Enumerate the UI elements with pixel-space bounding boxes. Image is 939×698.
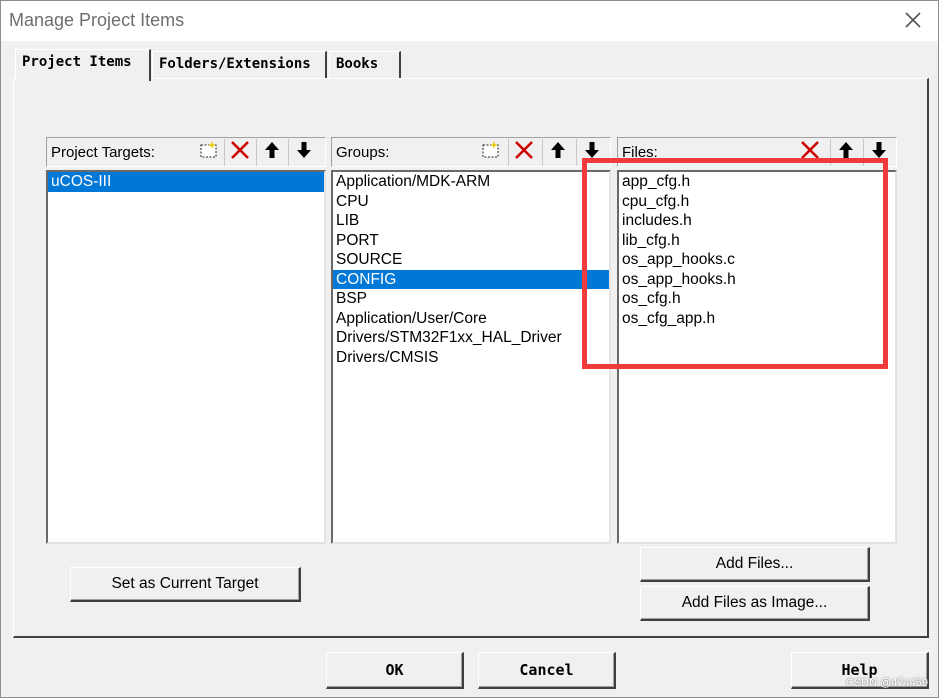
set-current-target-button[interactable]: Set as Current Target [70,567,301,602]
button-label: Add Files... [715,555,794,572]
list-item[interactable]: Application/User/Core [333,309,609,329]
move-down-icon [294,140,314,165]
delete-group-button[interactable] [508,139,538,166]
list-item[interactable]: SOURCE [333,250,609,270]
files-header: Files: [617,137,897,167]
groups-label: Groups: [336,144,390,161]
watermark: CSDN @474459 [845,677,928,689]
button-label: Set as Current Target [111,575,259,592]
ok-button[interactable]: OK [326,652,464,689]
new-item-icon [198,140,220,165]
list-item[interactable]: Drivers/CMSIS [333,348,609,368]
groups-header: Groups: [331,137,611,167]
move-up-icon [262,140,282,165]
groups-list[interactable]: Application/MDK-ARM CPU LIB PORT SOURCE … [331,170,611,544]
list-item[interactable]: LIB [333,211,609,231]
delete-icon [513,140,535,165]
tab-label: Folders/Extensions [159,56,311,72]
delete-target-button[interactable] [224,139,254,166]
window-title: Manage Project Items [9,10,185,30]
tab-label: Books [336,56,379,72]
targets-label: Project Targets: [51,144,155,161]
delete-icon [229,140,251,165]
button-label: Add Files as Image... [681,594,828,611]
close-icon[interactable] [902,9,924,31]
move-group-up-button[interactable] [542,139,572,166]
list-item[interactable]: lib_cfg.h [619,231,895,251]
list-item[interactable]: cpu_cfg.h [619,192,895,212]
files-list[interactable]: app_cfg.h cpu_cfg.h includes.h lib_cfg.h… [617,170,897,544]
list-item[interactable]: CONFIG [333,269,609,289]
targets-list[interactable]: uCOS-III [46,170,326,544]
list-item[interactable]: includes.h [619,211,895,231]
targets-header: Project Targets: [46,137,326,167]
move-file-down-button[interactable] [863,139,893,166]
new-item-icon [480,140,502,165]
move-target-down-button[interactable] [288,139,318,166]
list-item[interactable]: os_cfg.h [619,289,895,309]
move-target-up-button[interactable] [256,139,286,166]
list-item[interactable]: os_app_hooks.h [619,270,895,290]
list-item[interactable]: uCOS-III [48,172,324,192]
move-up-icon [548,140,568,165]
tab-folders-extensions[interactable]: Folders/Extensions [152,51,327,79]
list-item[interactable]: Drivers/STM32F1xx_HAL_Driver [333,328,609,348]
button-label: Cancel [519,661,574,679]
title-bar: Manage Project Items [1,1,938,41]
list-item[interactable]: os_cfg_app.h [619,309,895,329]
move-group-down-button[interactable] [576,139,606,166]
tab-label: Project Items [22,54,132,70]
delete-file-button[interactable] [795,139,825,166]
list-item[interactable]: BSP [333,289,609,309]
move-up-icon [836,140,856,165]
move-down-icon [582,140,602,165]
list-item[interactable]: app_cfg.h [619,172,895,192]
files-label: Files: [622,144,658,161]
list-item[interactable]: CPU [333,192,609,212]
list-item[interactable]: PORT [333,231,609,251]
delete-icon [799,140,821,165]
tab-books[interactable]: Books [329,51,401,79]
add-files-button[interactable]: Add Files... [640,547,870,582]
move-down-icon [869,140,889,165]
button-label: OK [385,661,404,679]
tab-project-items[interactable]: Project Items [15,49,151,81]
add-files-as-image-button[interactable]: Add Files as Image... [640,586,870,621]
list-item[interactable]: Application/MDK-ARM [333,172,609,192]
new-target-button[interactable] [194,139,224,166]
list-item[interactable]: os_app_hooks.c [619,250,895,270]
move-file-up-button[interactable] [830,139,860,166]
manage-project-items-dialog: Manage Project Items Project Items Folde… [0,0,939,698]
new-group-button[interactable] [476,139,506,166]
cancel-button[interactable]: Cancel [478,652,616,689]
